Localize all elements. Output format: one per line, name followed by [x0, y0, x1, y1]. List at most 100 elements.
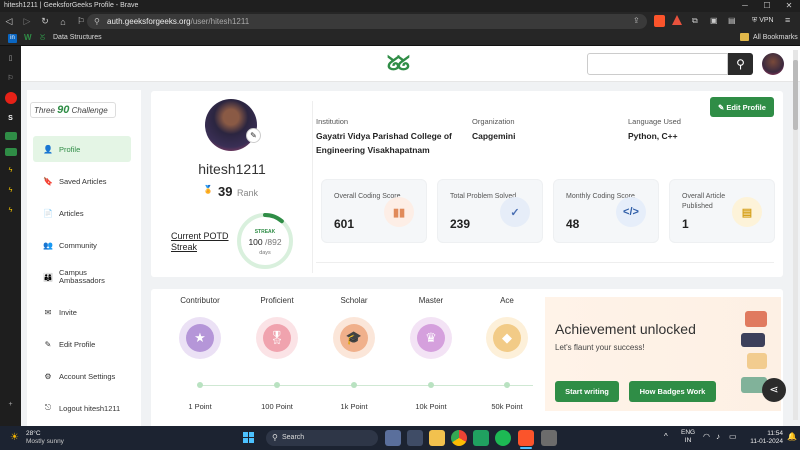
- badge-progress-dot: [197, 382, 203, 388]
- s-app-icon[interactable]: S: [5, 112, 17, 124]
- volume-icon[interactable]: ♪: [716, 432, 720, 441]
- menu-icon[interactable]: ≡: [785, 15, 790, 25]
- user-icon: 👤: [43, 144, 53, 154]
- sidebar-item-saved-articles[interactable]: 🔖 Saved Articles: [33, 168, 131, 194]
- badge-points: 100 Point: [261, 402, 293, 411]
- sidebar-item-articles[interactable]: 📄 Articles: [33, 200, 131, 226]
- weather-sun-icon[interactable]: ☀: [10, 432, 19, 443]
- forward-button[interactable]: ▷: [18, 12, 36, 31]
- wallet-icon[interactable]: ▤: [728, 16, 736, 25]
- share-button[interactable]: ⋖: [762, 378, 786, 402]
- copilot-icon[interactable]: [385, 430, 401, 446]
- badge-name: Ace: [500, 296, 514, 305]
- minimize-button[interactable]: ─: [734, 0, 756, 12]
- gfg-side-icon[interactable]: [4, 132, 17, 140]
- edit-profile-button[interactable]: ✎ Edit Profile: [710, 97, 774, 117]
- task-view-icon[interactable]: [407, 430, 423, 446]
- header-avatar[interactable]: [762, 53, 784, 75]
- pencil-icon: ✎: [44, 339, 52, 349]
- code-icon: </>: [616, 197, 646, 227]
- scrollbar[interactable]: [793, 50, 798, 420]
- sidebar-item-account-settings[interactable]: ⚙ Account Settings: [33, 363, 131, 389]
- language-indicator[interactable]: ENG IN: [681, 429, 695, 445]
- weather-widget[interactable]: 28°C Mostly sunny: [26, 430, 64, 446]
- site-info-icon[interactable]: ⚲: [94, 14, 100, 29]
- search-icon: ⚲: [736, 57, 745, 71]
- start-writing-button[interactable]: Start writing: [555, 381, 619, 402]
- search-button[interactable]: ⚲: [728, 53, 753, 75]
- brave-shields-icon[interactable]: [654, 15, 665, 27]
- language-value: Python, C++: [628, 131, 678, 141]
- windows-taskbar: ☀ 28°C Mostly sunny ⚲ Search ^ ENG IN ◠ ♪ …: [0, 426, 800, 450]
- sidebar-item-campus-ambassadors[interactable]: 👨‍👩‍👦 Campus Ambassadors: [33, 264, 131, 290]
- share-icon[interactable]: ⇪: [633, 16, 643, 26]
- file-explorer-icon[interactable]: [429, 430, 445, 446]
- close-window-button[interactable]: ✕: [778, 0, 800, 12]
- bookmark-data-structures[interactable]: Data Structures: [53, 34, 102, 41]
- badge-inner: 🎓: [340, 324, 368, 352]
- taskbar-search[interactable]: ⚲ Search: [266, 430, 378, 446]
- sidebar-item-edit-profile[interactable]: ✎ Edit Profile: [33, 331, 131, 357]
- three-90-challenge-logo[interactable]: Three 90 Challenge: [30, 102, 116, 118]
- badge-progress-line: [201, 385, 533, 386]
- search-input[interactable]: [587, 53, 728, 75]
- chrome-icon[interactable]: [451, 430, 467, 446]
- how-badges-work-button[interactable]: How Badges Work: [629, 381, 716, 402]
- institution-label: Institution: [316, 117, 349, 126]
- gfg-logo-icon[interactable]: ᘜᘜ: [387, 53, 410, 75]
- sidebar-item-label: Community: [59, 240, 97, 250]
- sidebar-item-label: Invite: [59, 307, 77, 317]
- brave-taskbar-icon[interactable]: [518, 430, 534, 446]
- stat-value: 239: [450, 217, 471, 231]
- sidebar-toggle-icon[interactable]: ▣: [710, 16, 718, 25]
- linkedin-icon[interactable]: in: [8, 34, 17, 43]
- bookmark-w-icon[interactable]: W: [24, 33, 32, 42]
- stat-value: 601: [334, 217, 355, 231]
- address-bar[interactable]: ⚲ auth.geeksforgeeks.org/user/hitesh1211: [87, 14, 647, 29]
- add-panel-icon[interactable]: +: [5, 398, 17, 410]
- badge-progress-dot: [351, 382, 357, 388]
- sidebar-item-label: Articles: [59, 208, 84, 218]
- home-button[interactable]: ⌂: [54, 12, 72, 31]
- windows-start-icon[interactable]: [243, 432, 254, 443]
- sidebar-item-community[interactable]: 👥 Community: [33, 232, 131, 258]
- sidebar-item-logout-hitesh1211[interactable]: ⎋ Logout hitesh1211: [33, 395, 131, 421]
- divider: [312, 101, 313, 273]
- brave-rewards-icon[interactable]: [672, 15, 682, 25]
- spotify-icon[interactable]: [495, 430, 511, 446]
- side-bookmark-icon[interactable]: ⚐: [5, 72, 17, 84]
- lightning-icon-3[interactable]: ϟ: [5, 204, 17, 216]
- clock[interactable]: 11:54 11-01-2024: [745, 430, 783, 446]
- lightning-icon-1[interactable]: ϟ: [5, 164, 17, 176]
- all-bookmarks[interactable]: All Bookmarks: [753, 34, 798, 41]
- badge-inner: 🎖: [263, 324, 291, 352]
- stat-card: Total Problem Solved 239 ✓: [437, 179, 543, 243]
- edit-avatar-icon[interactable]: ✎: [246, 128, 261, 143]
- folder-icon: [740, 33, 749, 41]
- vpn-button[interactable]: ⛨ VPN: [752, 15, 774, 27]
- sidebar-item-profile[interactable]: 👤 Profile: [33, 136, 131, 162]
- youtube-icon[interactable]: [4, 92, 17, 104]
- extensions-icon[interactable]: ⧉: [692, 16, 698, 26]
- gfg-side-icon-2[interactable]: [4, 148, 17, 156]
- badge-points: 1 Point: [188, 402, 212, 411]
- side-panel-icon[interactable]: ▯: [5, 52, 17, 64]
- wifi-icon[interactable]: ◠: [703, 432, 710, 441]
- notification-bell-icon[interactable]: 🔔: [787, 432, 797, 441]
- app-taskbar-icon[interactable]: [541, 430, 557, 446]
- sidebar-item-invite[interactable]: ✉ Invite: [33, 299, 131, 325]
- tray-chevron-icon[interactable]: ^: [664, 432, 668, 441]
- institution-value: Gayatri Vidya Parishad College of Engine…: [316, 131, 452, 155]
- reload-button[interactable]: ↻: [36, 12, 54, 31]
- maximize-button[interactable]: ☐: [756, 0, 778, 12]
- excel-icon[interactable]: [473, 430, 489, 446]
- scrollbar-thumb[interactable]: [793, 60, 798, 130]
- badge-name: Scholar: [340, 296, 368, 305]
- logout-icon: ⎋: [44, 403, 52, 412]
- gfg-bookmark-icon[interactable]: ᘜ: [40, 33, 45, 43]
- window-title-bar: hitesh1211 | GeeksforGeeks Profile - Bra…: [0, 0, 800, 12]
- back-button[interactable]: ◁: [0, 12, 18, 31]
- battery-icon[interactable]: ▭: [729, 432, 737, 441]
- potd-streak-link[interactable]: Current POTD Streak: [171, 231, 229, 253]
- lightning-icon-2[interactable]: ϟ: [5, 184, 17, 196]
